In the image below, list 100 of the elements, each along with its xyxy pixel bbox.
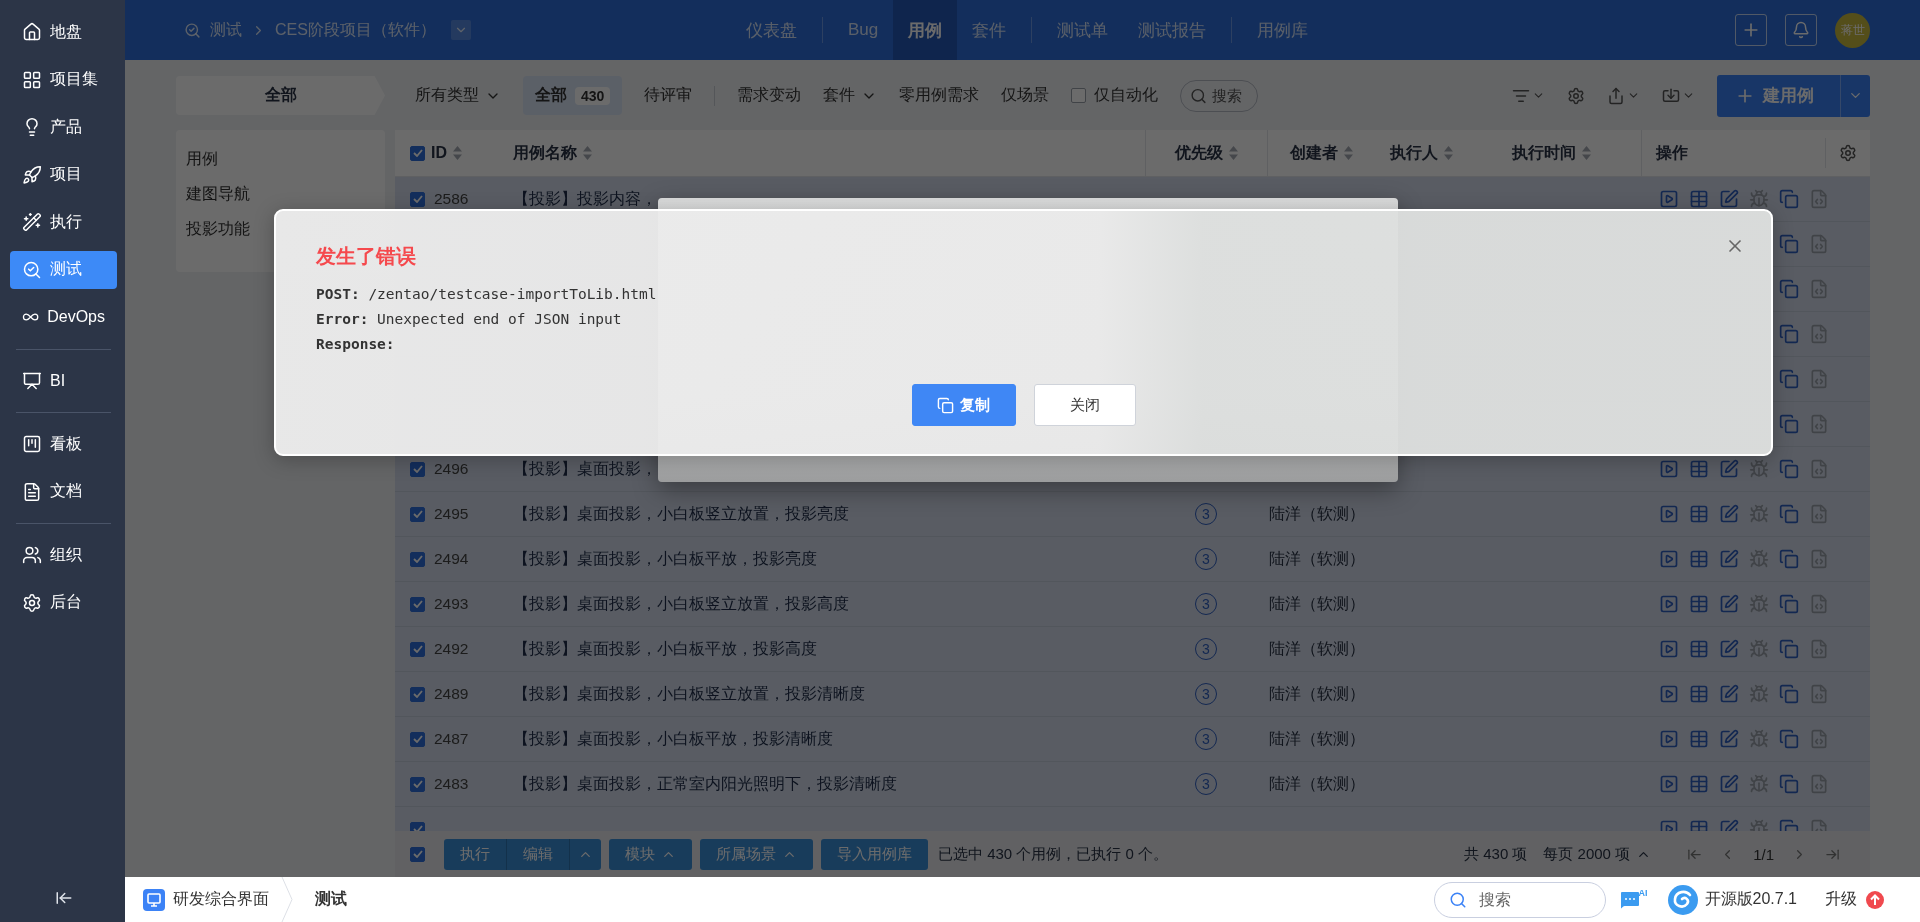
copy-icon[interactable] — [1779, 234, 1799, 254]
table-icon[interactable] — [1689, 594, 1709, 614]
table-row[interactable]: 2483 【投影】桌面投影，正常室内阳光照明下，投影清晰度 3 陆洋（软测） — [395, 762, 1870, 807]
search-field[interactable]: 搜索 — [1433, 881, 1606, 918]
edit-icon[interactable] — [1719, 459, 1739, 479]
nav-tab[interactable]: 用例库 — [1242, 0, 1324, 60]
table-icon[interactable] — [1689, 189, 1709, 209]
copy-icon[interactable] — [1779, 639, 1799, 659]
play-icon[interactable] — [1659, 549, 1679, 569]
sort-icon[interactable] — [453, 146, 462, 160]
case-title[interactable]: 【投影】投影内容， — [513, 188, 657, 210]
case-title[interactable]: 【投影】桌面投影，小白板平放，投影亮度 — [513, 548, 817, 570]
checkbox[interactable] — [410, 846, 425, 862]
collapse-icon[interactable] — [54, 889, 73, 907]
import-button[interactable] — [1662, 86, 1695, 105]
sidebar-item[interactable]: 看板 — [10, 425, 117, 463]
table-icon[interactable] — [1689, 729, 1709, 749]
export-button[interactable] — [1607, 86, 1640, 105]
copy-icon[interactable] — [1779, 279, 1799, 299]
copy-icon[interactable] — [1779, 369, 1799, 389]
play-icon[interactable] — [1659, 684, 1679, 704]
code-file-icon[interactable] — [1809, 234, 1829, 254]
type-dropdown[interactable]: 所有类型 — [415, 85, 501, 106]
checkbox[interactable] — [410, 596, 425, 612]
table-row[interactable]: 2492 【投影】桌面投影，小白板平放，投影高度 3 陆洋（软测） — [395, 627, 1870, 672]
play-icon[interactable] — [1659, 504, 1679, 524]
app-tab[interactable]: 研发综合界面 — [143, 888, 269, 911]
play-icon[interactable] — [1659, 774, 1679, 794]
copy-icon[interactable] — [1779, 684, 1799, 704]
checkbox[interactable] — [410, 506, 425, 522]
column-header[interactable]: 创建者 — [1290, 142, 1338, 164]
play-icon[interactable] — [1659, 729, 1679, 749]
edit-icon[interactable] — [1719, 774, 1739, 794]
table-icon[interactable] — [1689, 549, 1709, 569]
nav-tab[interactable]: 测试单 — [1042, 0, 1124, 60]
copy-icon[interactable] — [1779, 459, 1799, 479]
bug-icon[interactable] — [1749, 684, 1769, 704]
bug-icon[interactable] — [1749, 594, 1769, 614]
play-icon[interactable] — [1659, 594, 1679, 614]
table-row[interactable]: 2494 【投影】桌面投影，小白板平放，投影亮度 3 陆洋（软测） — [395, 537, 1870, 582]
case-title[interactable]: 【投影】桌面投影， — [513, 458, 657, 480]
edit-icon[interactable] — [1719, 684, 1739, 704]
table-icon[interactable] — [1689, 684, 1709, 704]
copy-icon[interactable] — [1779, 324, 1799, 344]
code-file-icon[interactable] — [1809, 414, 1829, 434]
avatar[interactable]: 蒋世 — [1835, 12, 1870, 48]
copy-icon[interactable] — [1779, 549, 1799, 569]
copy-icon[interactable] — [1779, 594, 1799, 614]
page-size-dropdown[interactable]: 每页 2000 项 — [1543, 844, 1652, 864]
edition-link[interactable]: 开源版20.7.1 — [1667, 884, 1797, 915]
module-header[interactable]: 全部 — [176, 76, 385, 115]
code-file-icon[interactable] — [1809, 189, 1829, 209]
sidebar-item[interactable]: 地盘 — [10, 13, 117, 51]
bug-icon[interactable] — [1749, 774, 1769, 794]
checkbox[interactable] — [410, 461, 425, 477]
code-file-icon[interactable] — [1809, 774, 1829, 794]
code-file-icon[interactable] — [1809, 549, 1829, 569]
column-header[interactable]: 用例名称 — [513, 142, 577, 164]
case-title[interactable]: 【投影】桌面投影，小白板平放，投影清晰度 — [513, 728, 833, 750]
notification-button[interactable] — [1785, 14, 1817, 46]
code-file-icon[interactable] — [1809, 594, 1829, 614]
batch-button[interactable]: 执行 — [444, 838, 506, 870]
column-header[interactable]: 优先级 — [1175, 142, 1223, 164]
filter-dropdown[interactable]: 套件 — [823, 85, 878, 106]
table-row[interactable]: 2493 【投影】桌面投影，小白板竖立放置，投影高度 3 陆洋（软测） — [395, 582, 1870, 627]
settings-icon[interactable] — [1839, 144, 1857, 162]
code-file-icon[interactable] — [1809, 279, 1829, 299]
sort-icon[interactable] — [1229, 146, 1238, 160]
filter-link[interactable]: 零用例需求 — [899, 85, 980, 106]
table-icon[interactable] — [1689, 639, 1709, 659]
close-button[interactable]: 关闭 — [1033, 384, 1136, 426]
table-row[interactable]: 2495 【投影】桌面投影，小白板竖立放置，投影亮度 3 陆洋（软测） — [395, 492, 1870, 537]
code-file-icon[interactable] — [1809, 369, 1829, 389]
sidebar-item[interactable]: BI — [10, 361, 117, 400]
copy-icon[interactable] — [1779, 774, 1799, 794]
batch-button[interactable]: 所属场景 — [700, 838, 813, 870]
copy-icon[interactable] — [1779, 504, 1799, 524]
column-header[interactable]: 执行人 — [1390, 142, 1438, 164]
column-header[interactable]: 操作 — [1656, 142, 1688, 164]
nav-tab[interactable]: 用例 — [893, 0, 958, 60]
filter-link[interactable]: 需求变动 — [737, 85, 802, 106]
edit-icon[interactable] — [1719, 189, 1739, 209]
column-header[interactable]: 执行时间 — [1512, 142, 1576, 164]
bug-icon[interactable] — [1749, 459, 1769, 479]
bug-icon[interactable] — [1749, 549, 1769, 569]
nav-tab[interactable]: 仪表盘 — [730, 0, 812, 60]
checkbox[interactable] — [410, 686, 425, 702]
case-title[interactable]: 【投影】桌面投影，小白板竖立放置，投影亮度 — [513, 503, 849, 525]
sidebar-item[interactable]: 后台 — [10, 583, 117, 622]
sidebar-item[interactable]: 项目集 — [10, 60, 117, 99]
bug-icon[interactable] — [1749, 189, 1769, 209]
sort-icon[interactable] — [1344, 146, 1353, 160]
bug-icon[interactable] — [1749, 639, 1769, 659]
add-button[interactable] — [1735, 14, 1767, 46]
copy-icon[interactable] — [1779, 189, 1799, 209]
copy-icon[interactable] — [1779, 729, 1799, 749]
column-header[interactable]: ID — [431, 144, 447, 162]
upgrade-button[interactable]: 升级 — [1825, 889, 1884, 910]
edit-icon[interactable] — [1719, 639, 1739, 659]
breadcrumb-link[interactable]: 测试 — [210, 19, 242, 41]
